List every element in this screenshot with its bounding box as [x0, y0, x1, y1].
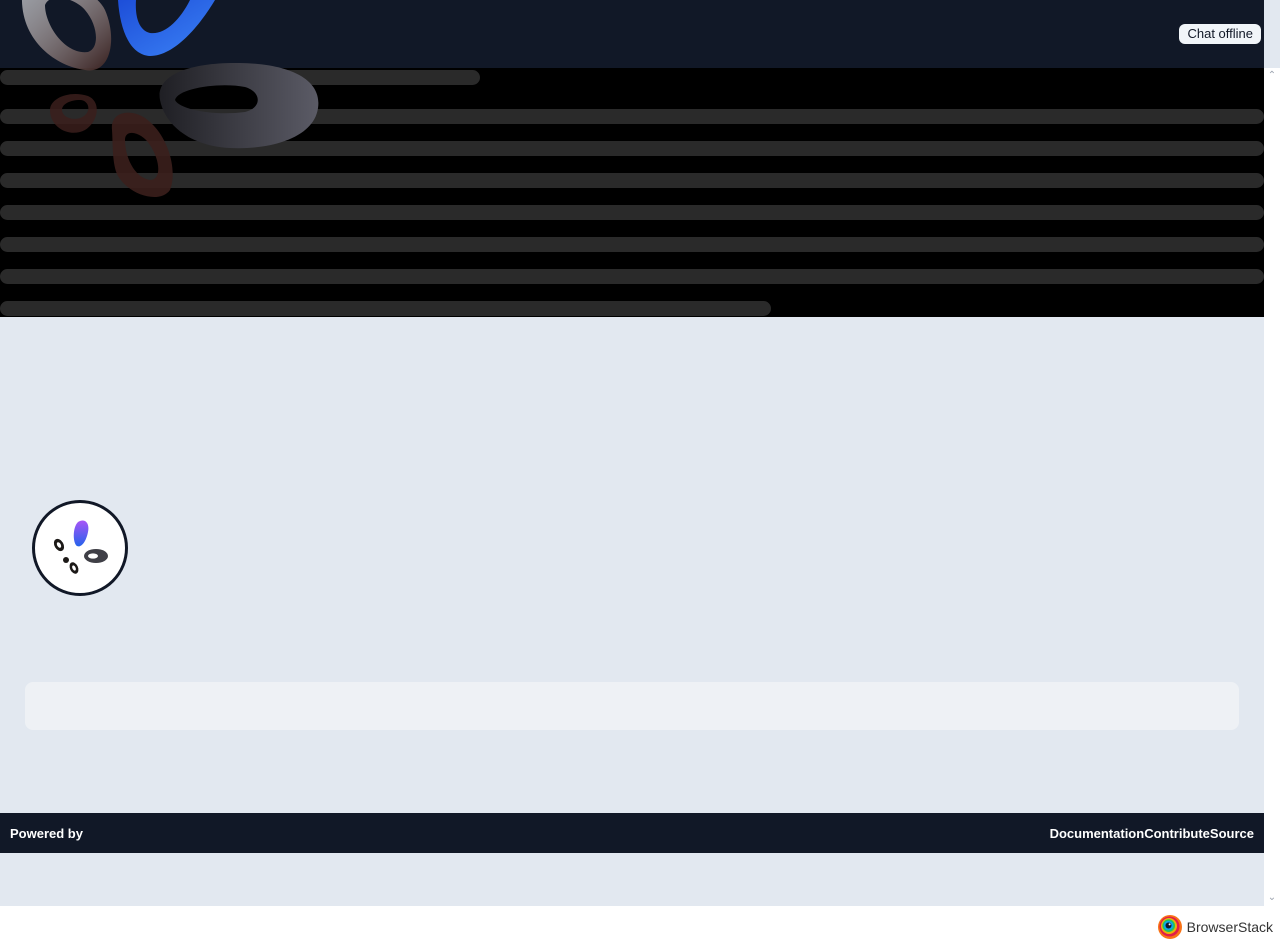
- petal-logo-icon: [53, 520, 108, 574]
- bot-avatar: [32, 500, 128, 596]
- chat-area: [0, 317, 1264, 813]
- chevron-down-icon[interactable]: ⌄: [1264, 892, 1280, 904]
- footer-links: Documentation Contribute Source: [1050, 826, 1254, 841]
- browserstack-icon: [1157, 915, 1182, 939]
- skeleton-line: [0, 269, 1264, 284]
- message-input[interactable]: [25, 682, 1239, 730]
- skeleton-line: [0, 205, 1264, 220]
- browserstack-label: BrowserStack: [1186, 919, 1273, 935]
- chat-status-badge: Chat offline: [1179, 24, 1261, 44]
- skeleton-line: [0, 301, 771, 316]
- browserstack-brand[interactable]: BrowserStack: [1157, 914, 1273, 940]
- abstract-petal-logo-icon: [22, 0, 319, 198]
- chevron-up-icon[interactable]: ⌃: [1264, 70, 1280, 82]
- vertical-scrollbar[interactable]: ⌃ ⌄: [1264, 68, 1280, 906]
- footer: Powered by Documentation Contribute Sour…: [0, 813, 1264, 853]
- skeleton-line: [0, 237, 1264, 252]
- documentation-link[interactable]: Documentation: [1050, 826, 1145, 841]
- browserstack-bar: BrowserStack: [0, 906, 1280, 946]
- source-link[interactable]: Source: [1210, 826, 1254, 841]
- powered-by-label: Powered by: [10, 826, 83, 841]
- contribute-link[interactable]: Contribute: [1144, 826, 1210, 841]
